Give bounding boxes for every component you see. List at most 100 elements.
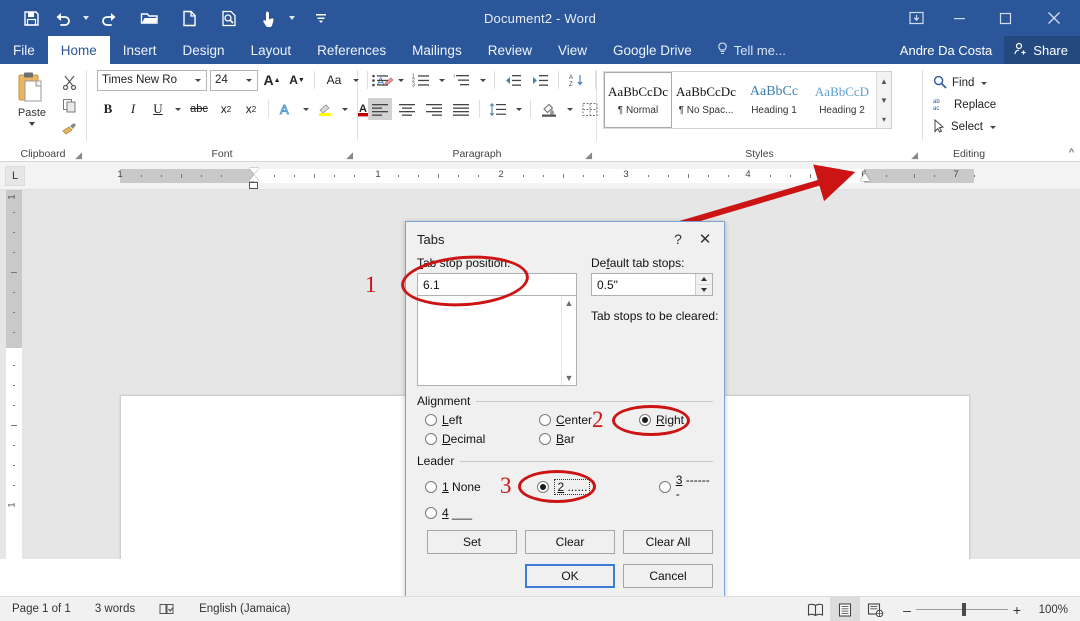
alignment-option-left[interactable]: Left [425,413,539,427]
font-dialog-launcher-icon[interactable]: ◢ [346,150,353,161]
zoom-out-button[interactable]: – [898,602,916,618]
page-indicator[interactable]: Page 1 of 1 [0,597,83,621]
zoom-in-button[interactable]: + [1008,602,1026,618]
strikethrough-icon[interactable]: abc [186,98,212,120]
word-count[interactable]: 3 words [83,597,147,621]
account-name[interactable]: Andre Da Costa [888,36,1005,64]
underline-icon[interactable]: U [147,98,169,120]
clear-all-button[interactable]: Clear All [623,530,713,554]
shading-icon[interactable] [537,98,561,120]
hanging-indent-marker[interactable] [249,175,259,181]
alignment-option-decimal[interactable]: Decimal [425,432,539,446]
superscript-icon[interactable]: x2 [240,98,262,120]
left-indent-marker[interactable] [249,182,258,189]
tab-google-drive[interactable]: Google Drive [600,36,705,64]
clipboard-dialog-launcher-icon[interactable]: ◢ [75,150,82,161]
touch-mode-icon[interactable] [254,4,284,32]
default-tab-stops-spinner[interactable]: 0.5" [591,273,713,296]
ribbon-display-options-icon[interactable] [896,0,936,36]
share-button[interactable]: Share [1004,36,1080,64]
clear-button[interactable]: Clear [525,530,615,554]
sort-icon[interactable]: AZ [565,69,589,91]
tab-selector-button[interactable]: L [5,166,25,186]
tab-insert[interactable]: Insert [110,36,170,64]
font-size-combo[interactable]: 24 [210,69,258,91]
tab-stops-list-area[interactable] [418,296,561,385]
tab-stops-scrollbar[interactable]: ▲ ▼ [561,296,576,385]
paragraph-dialog-launcher-icon[interactable]: ◢ [585,150,592,161]
cancel-button[interactable]: Cancel [623,564,713,588]
multilevel-list-dropdown-icon[interactable] [477,69,488,91]
select-button[interactable]: Select [931,116,996,138]
print-layout-icon[interactable] [830,597,860,621]
font-family-combo[interactable]: Times New Ro [97,69,207,91]
italic-icon[interactable]: I [122,98,144,120]
shading-dropdown-icon[interactable] [564,98,575,120]
styles-dialog-launcher-icon[interactable]: ◢ [911,150,918,161]
numbering-icon[interactable]: 123 [409,69,433,91]
spinner-up-icon[interactable] [696,274,712,285]
customize-quick-access-toolbar-icon[interactable] [306,4,336,32]
scroll-down-icon[interactable]: ▼ [562,371,576,385]
format-painter-icon[interactable] [58,118,80,138]
style-item-heading-1[interactable]: AaBbCc Heading 1 [740,72,808,128]
read-mode-icon[interactable] [800,597,830,621]
language-indicator[interactable]: English (Jamaica) [187,597,302,621]
style-item-heading-2[interactable]: AaBbCcD Heading 2 [808,72,876,128]
text-effects-dropdown-icon[interactable] [300,98,311,120]
text-effects-icon[interactable]: A [275,98,297,120]
line-spacing-dropdown-icon[interactable] [513,98,524,120]
spinner-arrows[interactable] [695,274,712,295]
restore-button[interactable] [982,0,1028,36]
open-icon[interactable] [134,4,164,32]
tab-view[interactable]: View [545,36,600,64]
print-preview-icon[interactable] [214,4,244,32]
undo-dropdown-icon[interactable] [80,4,92,32]
right-tab-stop-marker[interactable] [860,173,870,181]
text-highlight-color-icon[interactable] [314,98,336,120]
leader-option-underline[interactable]: 4 ___ [425,506,472,520]
zoom-level[interactable]: 100% [1034,604,1080,616]
grow-font-icon[interactable]: A ▲ [261,69,283,91]
horizontal-ruler[interactable]: 1 1 2 3 4 6 7 [36,168,1080,189]
find-button[interactable]: Find [931,72,988,94]
numbering-dropdown-icon[interactable] [436,69,447,91]
redo-icon[interactable] [94,4,124,32]
justify-icon[interactable] [449,98,473,120]
tab-mailings[interactable]: Mailings [399,36,475,64]
dialog-close-icon[interactable]: ✕ [690,226,720,252]
alignment-option-bar[interactable]: Bar [539,432,575,446]
tab-home[interactable]: Home [47,36,110,64]
cut-icon[interactable] [58,72,80,92]
zoom-slider[interactable]: – + [890,602,1034,618]
replace-button[interactable]: ab ac Replace [931,94,996,116]
help-icon[interactable]: ? [666,226,690,252]
save-icon[interactable] [16,4,46,32]
leader-option-dashes[interactable]: 3 ------- [658,473,713,501]
subscript-icon[interactable]: x2 [215,98,237,120]
vertical-ruler[interactable]: 1 1 [6,190,22,559]
styles-scroll-down-icon[interactable]: ▼ [877,91,891,109]
undo-icon[interactable] [48,4,78,32]
find-dropdown-icon[interactable] [981,81,988,85]
scroll-up-icon[interactable]: ▲ [562,296,576,310]
web-layout-icon[interactable] [860,597,890,621]
underline-dropdown-icon[interactable] [172,98,183,120]
ok-button[interactable]: OK [525,564,615,588]
first-line-indent-marker[interactable] [249,168,259,174]
align-right-icon[interactable] [422,98,446,120]
collapse-ribbon-icon[interactable]: ^ [1069,147,1074,159]
bullets-dropdown-icon[interactable] [395,69,406,91]
zoom-track[interactable] [916,603,1008,616]
close-button[interactable] [1028,0,1080,36]
tab-review[interactable]: Review [475,36,545,64]
text-highlight-dropdown-icon[interactable] [339,98,350,120]
change-case-icon[interactable]: Aa [321,69,347,91]
style-item-no-spacing[interactable]: AaBbCcDc ¶ No Spac... [672,72,740,128]
shrink-font-icon[interactable]: A ▼ [286,69,308,91]
align-center-icon[interactable] [395,98,419,120]
tab-file[interactable]: File [0,36,48,64]
tab-stops-listbox[interactable]: ▲ ▼ [417,296,577,386]
spinner-down-icon[interactable] [696,285,712,295]
bold-icon[interactable]: B [97,98,119,120]
